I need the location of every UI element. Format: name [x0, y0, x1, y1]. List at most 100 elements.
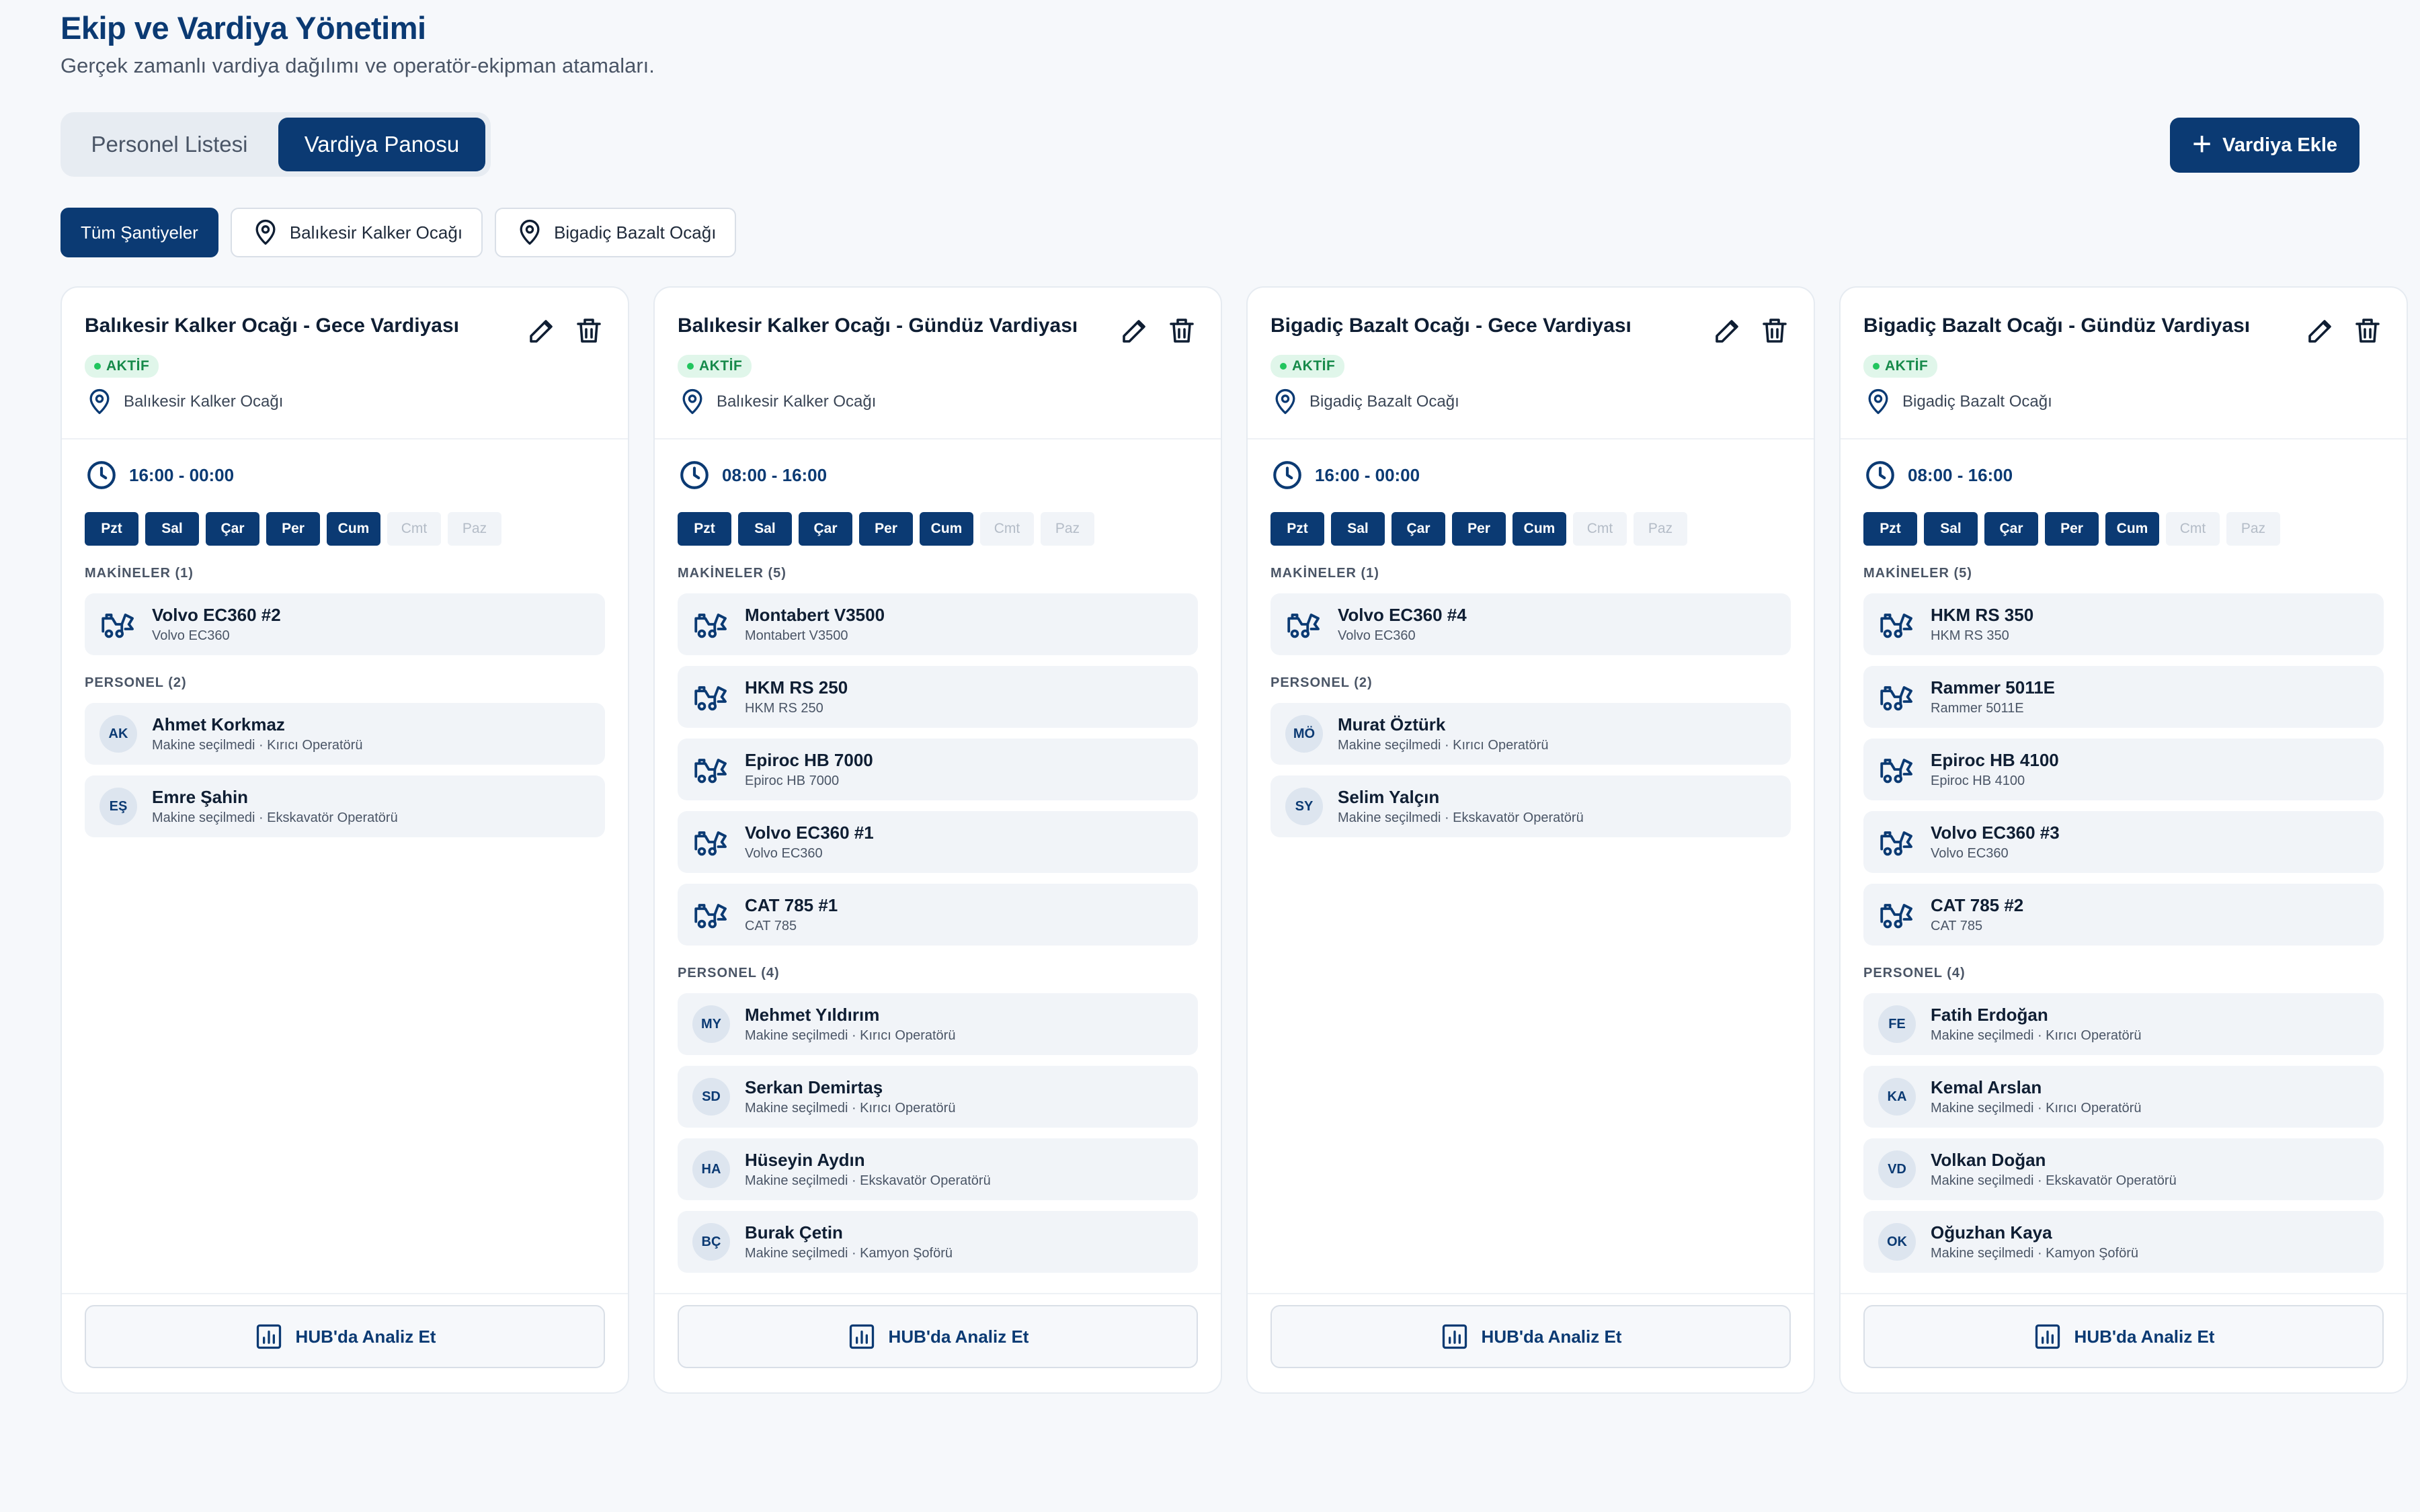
personnel-item[interactable]: KA Kemal Arslan Makine seçilmedi · Kırıcı …: [1863, 1066, 2384, 1128]
machine-icon: [694, 614, 727, 638]
personnel-item[interactable]: MY Mehmet Yıldırım Makine seçilmedi · Kırı…: [678, 993, 1198, 1055]
personnel-item[interactable]: HA Hüseyin Aydın Makine seçilmedi · Ekskav…: [678, 1138, 1198, 1200]
machine-model: Montabert V3500: [745, 628, 848, 643]
shift-time: 16:00 - 00:00: [1270, 458, 1791, 492]
machine-model: HKM RS 350: [1931, 628, 2009, 643]
chart-icon: [849, 1324, 874, 1349]
personnel-text: Volkan Doğan Makine seçilmedi · Ekskavatö…: [1931, 1150, 2177, 1189]
machine-item[interactable]: Volvo EC360 #1 Volvo EC360: [678, 811, 1198, 873]
personnel-item[interactable]: EŞ Emre Şahin Makine seçilmedi · Ekskavatö…: [85, 775, 605, 837]
personnel-item[interactable]: OK Oğuzhan Kaya Makine seçilmedi · Kamyon …: [1863, 1211, 2384, 1273]
machine-item[interactable]: Epiroc HB 7000 Epiroc HB 7000: [678, 739, 1198, 800]
machine-item[interactable]: Volvo EC360 #3 Volvo EC360: [1863, 811, 2384, 873]
hub-analyze-button[interactable]: HUB'da Analiz Et: [678, 1305, 1198, 1368]
personnel-heading: PERSONEL (2): [1270, 675, 1373, 690]
add-shift-button[interactable]: + Vardiya Ekle: [2170, 118, 2360, 173]
machine-item[interactable]: Epiroc HB 4100 Epiroc HB 4100: [1863, 739, 2384, 800]
personnel-item[interactable]: SD Serkan Demirtaş Makine seçilmedi · Kırı…: [678, 1066, 1198, 1128]
personnel-detail: Makine seçilmedi · Ekskavatör Operatörü: [1931, 1173, 2177, 1188]
filter-all-sites[interactable]: Tüm Şantiyeler: [61, 208, 218, 257]
machine-list: Volvo EC360 #2 Volvo EC360: [85, 593, 605, 655]
avatar: SY: [1285, 788, 1323, 825]
machine-name: HKM RS 250: [745, 677, 848, 698]
personnel-item[interactable]: AK Ahmet Korkmaz Makine seçilmedi · Kırıcı…: [85, 703, 605, 765]
machine-item[interactable]: CAT 785 #1 CAT 785: [678, 884, 1198, 946]
shift-card-header: Balıkesir Kalker Ocağı - Gece Vardiyası …: [62, 288, 628, 439]
machine-model: Volvo EC360: [152, 628, 230, 643]
avatar: SD: [692, 1078, 730, 1116]
personnel-detail: Makine seçilmedi · Kırıcı Operatörü: [745, 1101, 956, 1116]
machine-text: Montabert V3500 Montabert V3500: [745, 605, 885, 644]
hub-analyze-label: HUB'da Analiz Et: [1481, 1326, 1622, 1347]
view-tabs: Personel Listesi Vardiya Panosu: [61, 112, 491, 177]
machine-item[interactable]: HKM RS 250 HKM RS 250: [678, 666, 1198, 728]
filter-balikesir[interactable]: Balıkesir Kalker Ocağı: [230, 208, 483, 257]
machine-name: Epiroc HB 4100: [1931, 750, 2059, 770]
personnel-name: Mehmet Yıldırım: [745, 1005, 880, 1025]
edit-icon[interactable]: [1119, 314, 1151, 347]
personnel-list: FE Fatih Erdoğan Makine seçilmedi · Kırıcı…: [1863, 993, 2384, 1273]
clock-icon: [87, 461, 116, 489]
map-pin-icon: [520, 219, 540, 245]
personnel-item[interactable]: VD Volkan Doğan Makine seçilmedi · Ekskava…: [1863, 1138, 2384, 1200]
personnel-name: Serkan Demirtaş: [745, 1077, 883, 1097]
weekday-chip: Pzt: [85, 512, 138, 546]
shift-time: 08:00 - 16:00: [1863, 458, 2384, 492]
personnel-name: Hüseyin Aydın: [745, 1150, 865, 1170]
trash-icon[interactable]: [573, 314, 605, 347]
map-pin-icon: [89, 388, 110, 415]
weekday-chip: Çar: [1984, 512, 2038, 546]
machine-item[interactable]: Rammer 5011E Rammer 5011E: [1863, 666, 2384, 728]
trash-icon[interactable]: [2351, 314, 2384, 347]
trash-icon[interactable]: [1759, 314, 1791, 347]
machine-item[interactable]: CAT 785 #2 CAT 785: [1863, 884, 2384, 946]
machine-list: Volvo EC360 #4 Volvo EC360: [1270, 593, 1791, 655]
personnel-detail: Makine seçilmedi · Ekskavatör Operatörü: [1338, 810, 1584, 825]
personnel-name: Fatih Erdoğan: [1931, 1005, 2048, 1025]
machine-item[interactable]: HKM RS 350 HKM RS 350: [1863, 593, 2384, 655]
weekday-chip: Cmt: [1573, 512, 1627, 546]
machine-icon: [694, 686, 727, 711]
machine-icon: [1880, 614, 1912, 638]
machine-text: Volvo EC360 #4 Volvo EC360: [1338, 605, 1467, 644]
hub-analyze-button[interactable]: HUB'da Analiz Et: [85, 1305, 605, 1368]
weekday-chip: Cmt: [980, 512, 1034, 546]
machines-heading: MAKİNELER (5): [1863, 566, 1972, 581]
hub-analyze-button[interactable]: HUB'da Analiz Et: [1863, 1305, 2384, 1368]
map-pin-icon: [682, 388, 702, 415]
machine-icon: [1880, 904, 1912, 929]
personnel-text: Emre Şahin Makine seçilmedi · Ekskavatör …: [152, 787, 398, 826]
avatar: VD: [1878, 1150, 1916, 1188]
machine-item[interactable]: Volvo EC360 #4 Volvo EC360: [1270, 593, 1791, 655]
status-dot: [94, 363, 101, 370]
personnel-item[interactable]: BÇ Burak Çetin Makine seçilmedi · Kamyon Ş…: [678, 1211, 1198, 1273]
shift-card-body: 08:00 - 16:00 Pzt Sal Çar Per Cum Cmt Paz MAKİ…: [655, 439, 1221, 1273]
personnel-name: Selim Yalçın: [1338, 787, 1440, 807]
personnel-name: Volkan Doğan: [1931, 1150, 2046, 1170]
weekday-chip: Cum: [2105, 512, 2159, 546]
personnel-item[interactable]: FE Fatih Erdoğan Makine seçilmedi · Kırıcı…: [1863, 993, 2384, 1055]
hub-analyze-button[interactable]: HUB'da Analiz Et: [1270, 1305, 1791, 1368]
weekday-chip: Cum: [327, 512, 380, 546]
weekday-chip: Pzt: [1863, 512, 1917, 546]
tab-personnel-list[interactable]: Personel Listesi: [66, 118, 273, 171]
filter-bigadic[interactable]: Bigadiç Bazalt Ocağı: [495, 208, 737, 257]
edit-icon[interactable]: [526, 314, 558, 347]
shift-time-label: 16:00 - 00:00: [1315, 464, 1420, 485]
machines-heading: MAKİNELER (5): [678, 566, 787, 581]
status-text: AKTİF: [1292, 358, 1336, 374]
machine-icon: [694, 904, 727, 929]
machine-item[interactable]: Volvo EC360 #2 Volvo EC360: [85, 593, 605, 655]
avatar: OK: [1878, 1223, 1916, 1261]
weekday-chip: Sal: [1331, 512, 1385, 546]
tab-shift-board[interactable]: Vardiya Panosu: [278, 118, 485, 171]
trash-icon[interactable]: [1166, 314, 1198, 347]
personnel-item[interactable]: SY Selim Yalçın Makine seçilmedi · Ekskava…: [1270, 775, 1791, 837]
personnel-name: Emre Şahin: [152, 787, 249, 807]
personnel-detail: Makine seçilmedi · Ekskavatör Operatörü: [745, 1173, 991, 1188]
personnel-item[interactable]: MÖ Murat Öztürk Makine seçilmedi · Kırıcı …: [1270, 703, 1791, 765]
edit-icon[interactable]: [2304, 314, 2337, 347]
filter-label: Balıkesir Kalker Ocağı: [289, 222, 463, 243]
edit-icon[interactable]: [1711, 314, 1744, 347]
machine-item[interactable]: Montabert V3500 Montabert V3500: [678, 593, 1198, 655]
